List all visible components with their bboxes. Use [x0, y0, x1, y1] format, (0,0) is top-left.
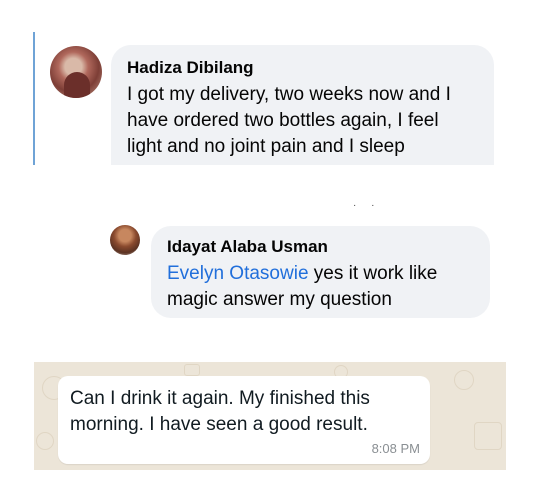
comment-author[interactable]: Idayat Alaba Usman	[167, 236, 474, 258]
message-text: Can I drink it again. My finished this m…	[70, 388, 370, 435]
comment-text: I got my delivery, two weeks now and I h…	[127, 84, 451, 157]
message-bubble[interactable]: Can I drink it again. My finished this m…	[58, 376, 430, 464]
doodle-pattern	[184, 364, 200, 376]
separator-dots: · ·	[353, 200, 381, 211]
message-time: 8:08 PM	[371, 441, 420, 456]
mention-link[interactable]: Evelyn Otasowie	[167, 263, 309, 284]
avatar[interactable]	[110, 225, 140, 255]
doodle-pattern	[36, 432, 54, 450]
comment-author[interactable]: Hadiza Dibilang	[127, 57, 478, 79]
thread-indent-bar	[33, 32, 35, 165]
doodle-pattern	[454, 370, 474, 390]
avatar[interactable]	[50, 46, 102, 98]
doodle-pattern	[474, 422, 502, 450]
comment-text: Evelyn Otasowie yes it work like magic a…	[167, 261, 474, 313]
comment-bubble: Hadiza Dibilang I got my delivery, two w…	[111, 45, 494, 165]
comment-bubble: Idayat Alaba Usman Evelyn Otasowie yes i…	[151, 226, 490, 318]
